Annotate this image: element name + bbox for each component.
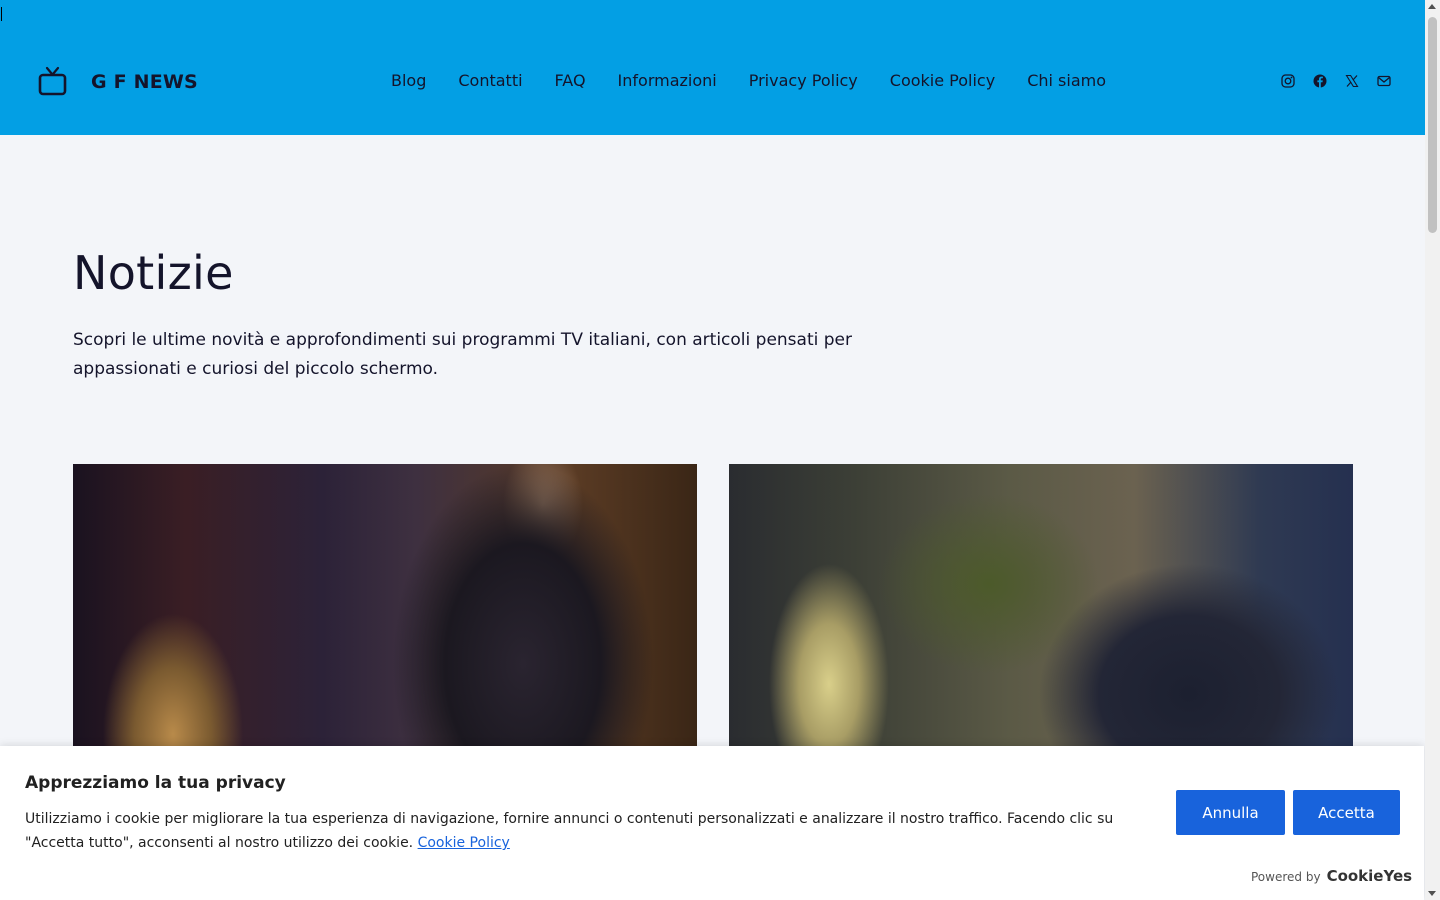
logo-text: G F NEWS bbox=[91, 71, 198, 93]
article-image[interactable] bbox=[729, 464, 1353, 764]
scrollbar-thumb[interactable] bbox=[1428, 17, 1437, 233]
accept-button[interactable]: Accetta bbox=[1293, 790, 1400, 835]
cookieyes-logo[interactable]: CookieYes bbox=[1327, 867, 1413, 885]
x-icon[interactable] bbox=[1345, 74, 1359, 88]
cookie-banner-title: Apprezziamo la tua privacy bbox=[25, 773, 286, 793]
reject-button[interactable]: Annulla bbox=[1176, 790, 1285, 835]
facebook-icon[interactable] bbox=[1313, 74, 1327, 88]
nav-informazioni[interactable]: Informazioni bbox=[618, 71, 717, 90]
page-subtitle: Scopri le ultime novità e approfondiment… bbox=[73, 330, 852, 379]
cookie-policy-link[interactable]: Cookie Policy bbox=[418, 835, 510, 851]
nav-faq[interactable]: FAQ bbox=[555, 71, 586, 90]
social-links bbox=[1281, 74, 1391, 88]
powered-by-label: Powered by bbox=[1251, 870, 1321, 884]
page-title: Notizie bbox=[73, 246, 234, 300]
article-image[interactable] bbox=[73, 464, 697, 764]
main-nav: Blog Contatti FAQ Informazioni Privacy P… bbox=[391, 71, 1106, 90]
nav-contatti[interactable]: Contatti bbox=[458, 71, 522, 90]
instagram-icon[interactable] bbox=[1281, 74, 1295, 88]
scroll-down-arrow-icon[interactable] bbox=[1428, 891, 1436, 896]
cookie-banner: Apprezziamo la tua privacy Utilizziamo i… bbox=[0, 746, 1424, 900]
nav-chi-siamo[interactable]: Chi siamo bbox=[1027, 71, 1106, 90]
page: G F NEWS Blog Contatti FAQ Informazioni … bbox=[0, 0, 1425, 900]
cookie-banner-text: Utilizziamo i cookie per migliorare la t… bbox=[25, 807, 1145, 855]
site-logo[interactable]: G F NEWS bbox=[38, 66, 198, 98]
powered-by: Powered by CookieYes bbox=[1251, 867, 1412, 885]
page-scrollbar[interactable] bbox=[1425, 0, 1440, 900]
mail-icon[interactable] bbox=[1377, 74, 1391, 88]
nav-privacy-policy[interactable]: Privacy Policy bbox=[749, 71, 858, 90]
site-header: G F NEWS Blog Contatti FAQ Informazioni … bbox=[0, 0, 1425, 135]
text-caret bbox=[1, 7, 2, 21]
tv-icon bbox=[38, 66, 67, 98]
nav-blog[interactable]: Blog bbox=[391, 71, 426, 90]
nav-cookie-policy[interactable]: Cookie Policy bbox=[890, 71, 995, 90]
scroll-up-arrow-icon[interactable] bbox=[1428, 4, 1436, 9]
cookie-banner-description: Utilizziamo i cookie per migliorare la t… bbox=[25, 811, 1114, 851]
